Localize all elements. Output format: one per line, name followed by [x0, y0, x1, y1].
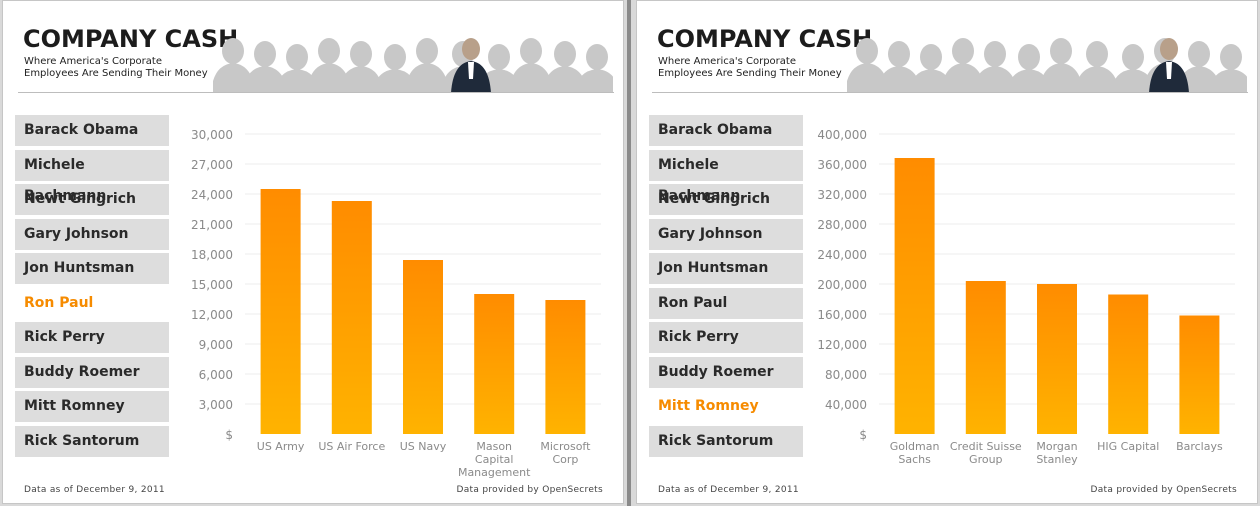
candidate-item[interactable]: Michele Bachmann	[649, 149, 803, 204]
candidate-item[interactable]: Gary Johnson	[649, 218, 803, 250]
bar[interactable]	[545, 300, 586, 434]
x-category-label: US Army	[257, 440, 305, 453]
candidate-item[interactable]: Buddy Roemer	[15, 356, 169, 388]
x-category-label: Barclays	[1176, 440, 1223, 453]
y-tick-label: $	[225, 428, 233, 442]
x-category-label: Stanley	[1036, 453, 1078, 466]
x-category-label: Corp	[552, 453, 578, 466]
bar[interactable]	[1179, 315, 1220, 435]
y-tick-label: 9,000	[199, 338, 233, 352]
y-tick-label: $	[859, 428, 867, 442]
candidate-item[interactable]: Mitt Romney	[15, 391, 169, 422]
y-tick-label: 200,000	[817, 278, 867, 292]
y-tick-label: 3,000	[199, 398, 233, 412]
y-tick-label: 320,000	[817, 188, 867, 202]
y-tick-label: 27,000	[191, 158, 233, 172]
y-tick-label: 40,000	[825, 398, 867, 412]
candidate-item[interactable]: Jon Huntsman	[15, 253, 169, 284]
crowd-silhouette-illustration	[847, 38, 1247, 93]
y-tick-label: 240,000	[817, 248, 867, 262]
y-tick-label: 15,000	[191, 278, 233, 292]
subtitle-line-2: Employees Are Sending Their Money	[658, 68, 842, 79]
candidate-item[interactable]: Newt Gingrich	[649, 184, 803, 215]
person-silhouette	[575, 44, 613, 93]
header-rule	[652, 92, 1248, 93]
header-rule	[18, 92, 614, 93]
candidate-item[interactable]: Gary Johnson	[15, 218, 169, 250]
y-tick-label: 18,000	[191, 248, 233, 262]
y-tick-label: 6,000	[199, 368, 233, 382]
subtitle-line-1: Where America's Corporate	[24, 56, 162, 67]
candidate-item[interactable]: Rick Santorum	[649, 425, 803, 457]
person-silhouette	[1075, 41, 1119, 93]
y-tick-label: 160,000	[817, 308, 867, 322]
subtitle-line-1: Where America's Corporate	[658, 56, 796, 67]
bar[interactable]	[331, 201, 372, 434]
bar[interactable]	[260, 189, 301, 434]
x-category-label: US Navy	[400, 440, 447, 453]
x-category-label: Management	[458, 466, 531, 479]
x-category-label: Microsoft	[540, 440, 591, 453]
bar[interactable]	[474, 294, 515, 434]
page-title: COMPANY CASH	[657, 25, 873, 53]
candidate-item[interactable]: Rick Perry	[15, 322, 169, 353]
candidate-item[interactable]: Ron Paul	[15, 287, 169, 319]
data-source-note: Data provided by OpenSecrets	[1090, 485, 1237, 495]
y-tick-label: 120,000	[817, 338, 867, 352]
page-subtitle: Where America's Corporate Employees Are …	[24, 56, 224, 80]
bar[interactable]	[894, 158, 935, 434]
page-subtitle: Where America's Corporate Employees Are …	[658, 56, 858, 80]
candidate-list: Barack ObamaMichele BachmannNewt Gingric…	[15, 115, 169, 460]
candidate-item[interactable]: Rick Perry	[649, 322, 803, 353]
x-category-label: Sachs	[898, 453, 931, 466]
candidate-item[interactable]: Buddy Roemer	[649, 356, 803, 388]
x-category-label: Credit Suisse	[950, 440, 1022, 453]
candidate-item[interactable]: Barack Obama	[649, 115, 803, 146]
candidate-item[interactable]: Mitt Romney	[649, 391, 803, 422]
x-category-label: US Air Force	[318, 440, 385, 453]
candidate-item[interactable]: Rick Santorum	[15, 425, 169, 457]
bar-chart: $3,000 6,000 9,000 12,000 15,000 18,000 21,000…	[173, 119, 613, 489]
y-tick-label: 30,000	[191, 128, 233, 142]
x-category-label: Group	[969, 453, 1003, 466]
y-tick-label: 21,000	[191, 218, 233, 232]
candidate-item[interactable]: Jon Huntsman	[649, 253, 803, 284]
data-date-note: Data as of December 9, 2011	[658, 485, 799, 495]
y-tick-label: 360,000	[817, 158, 867, 172]
candidate-item[interactable]: Ron Paul	[649, 287, 803, 319]
candidate-item[interactable]: Michele Bachmann	[15, 149, 169, 204]
data-source-note: Data provided by OpenSecrets	[456, 485, 603, 495]
bar[interactable]	[1037, 284, 1077, 434]
candidate-list: Barack ObamaMichele BachmannNewt Gingric…	[649, 115, 803, 460]
x-category-label: Morgan	[1036, 440, 1077, 453]
bar-chart: $40,000 80,000 120,000 160,000 200,000 240,00…	[807, 119, 1247, 489]
panel-mitt-romney: COMPANY CASH Where America's Corporate E…	[636, 0, 1258, 504]
candidate-item[interactable]: Newt Gingrich	[15, 184, 169, 215]
x-category-label: HIG Capital	[1097, 440, 1159, 453]
x-category-label: Goldman	[890, 440, 940, 453]
candidate-item[interactable]: Barack Obama	[15, 115, 169, 146]
data-date-note: Data as of December 9, 2011	[24, 485, 165, 495]
person-silhouette	[1209, 44, 1247, 93]
y-tick-label: 280,000	[817, 218, 867, 232]
y-tick-label: 400,000	[817, 128, 867, 142]
panel-ron-paul: COMPANY CASH Where America's Corporate E…	[2, 0, 624, 504]
x-category-label: Capital	[475, 453, 514, 466]
y-tick-label: 24,000	[191, 188, 233, 202]
bar[interactable]	[1108, 294, 1149, 435]
y-tick-label: 80,000	[825, 368, 867, 382]
y-tick-label: 12,000	[191, 308, 233, 322]
panel-divider	[627, 0, 631, 506]
bar[interactable]	[403, 260, 443, 434]
subtitle-line-2: Employees Are Sending Their Money	[24, 68, 208, 79]
crowd-silhouette-illustration	[213, 38, 613, 93]
x-category-label: Mason	[476, 440, 512, 453]
bar[interactable]	[965, 281, 1006, 434]
chart-svg: $40,000 80,000 120,000 160,000 200,000 240,00…	[817, 128, 1235, 466]
page-title: COMPANY CASH	[23, 25, 239, 53]
chart-svg: $3,000 6,000 9,000 12,000 15,000 18,000 21,000…	[191, 128, 601, 479]
